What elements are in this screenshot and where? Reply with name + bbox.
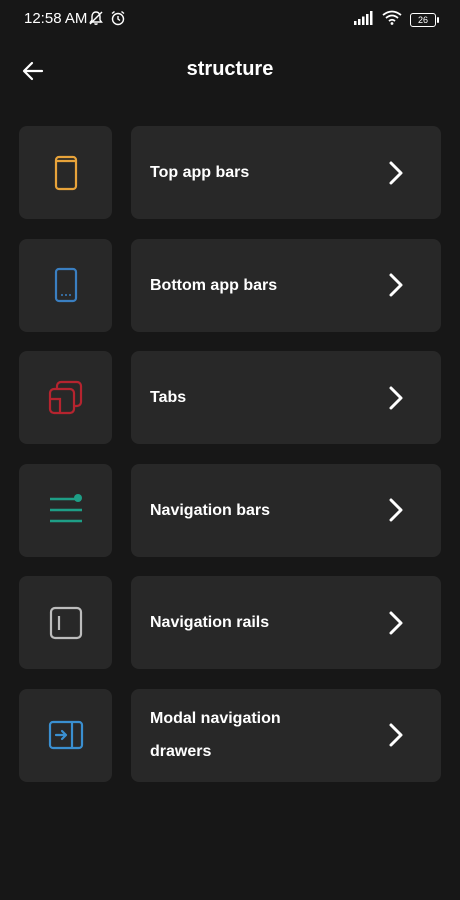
icon-tile <box>19 463 112 557</box>
status-right-icons: 26 <box>354 10 439 30</box>
item-button-bottom-app-bars[interactable]: Bottom app bars <box>131 238 441 332</box>
icon-tile <box>19 126 112 219</box>
list-item-navigation-rails: Navigation rails <box>19 576 441 669</box>
item-button-modal-navigation-drawers[interactable]: Modal navigation drawers <box>131 688 441 782</box>
bottom-app-bar-icon <box>54 267 77 303</box>
chevron-right-icon <box>387 497 405 523</box>
notifications-off-icon <box>88 10 104 31</box>
chevron-right-icon <box>387 610 405 636</box>
chevron-right-icon <box>387 722 405 748</box>
icon-tile <box>19 238 112 332</box>
structure-list: Top app bars Bottom app bars Tabs Naviga… <box>19 126 441 801</box>
navigation-bars-icon <box>49 494 82 523</box>
battery-indicator: 26 <box>410 13 439 27</box>
item-button-navigation-rails[interactable]: Navigation rails <box>131 576 441 669</box>
list-item-modal-navigation-drawers: Modal navigation drawers <box>19 688 441 782</box>
item-label: Top app bars <box>150 164 250 181</box>
item-button-tabs[interactable]: Tabs <box>131 351 441 444</box>
item-button-top-app-bars[interactable]: Top app bars <box>131 126 441 219</box>
list-item-bottom-app-bars: Bottom app bars <box>19 238 441 332</box>
chevron-right-icon <box>387 160 405 186</box>
item-label: Modal navigation drawers <box>150 710 281 760</box>
list-item-navigation-bars: Navigation bars <box>19 463 441 557</box>
modal-drawer-icon <box>48 720 83 750</box>
item-label: Tabs <box>150 389 187 406</box>
signal-icon <box>354 10 374 30</box>
tabs-icon <box>48 380 82 414</box>
top-app-bar-icon <box>54 155 77 190</box>
item-label: Bottom app bars <box>150 276 278 294</box>
wifi-icon <box>382 10 402 30</box>
list-item-tabs: Tabs <box>19 351 441 444</box>
list-item-top-app-bars: Top app bars <box>19 126 441 219</box>
icon-tile <box>19 576 112 669</box>
item-label: Navigation rails <box>150 614 270 631</box>
alarm-icon <box>110 10 126 31</box>
chevron-right-icon <box>387 272 405 298</box>
status-left-icons <box>88 10 126 31</box>
status-bar: 12:58 AM 26 <box>0 0 460 40</box>
chevron-right-icon <box>387 385 405 411</box>
item-label: Navigation bars <box>150 501 271 519</box>
item-button-navigation-bars[interactable]: Navigation bars <box>131 463 441 557</box>
status-time: 12:58 AM <box>24 10 88 27</box>
icon-tile <box>19 688 112 782</box>
page-title: structure <box>186 58 274 80</box>
navigation-rail-icon <box>49 606 82 639</box>
icon-tile <box>19 351 112 444</box>
app-bar: structure <box>0 48 460 94</box>
